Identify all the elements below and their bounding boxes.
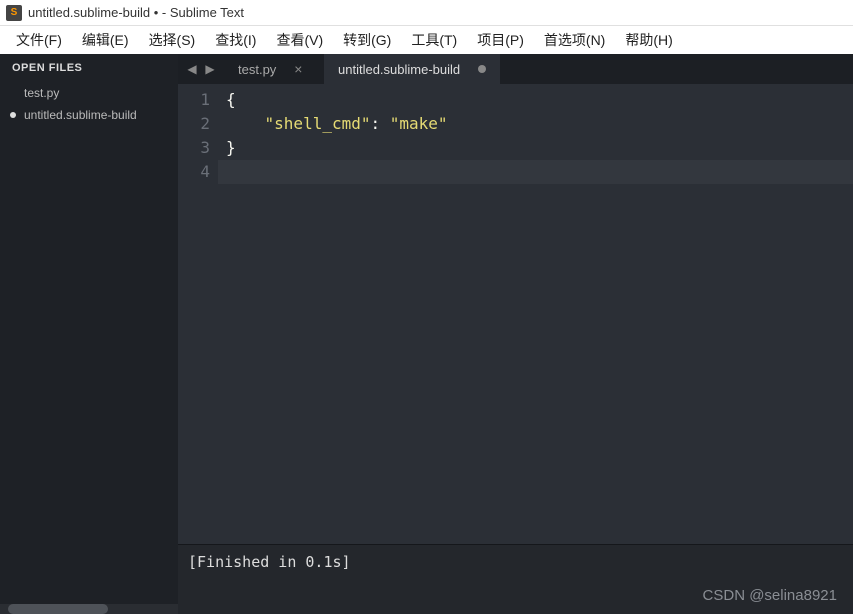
tab-prev-icon[interactable]: ◀ [184,61,200,77]
code-line[interactable]: "shell_cmd": "make" [218,112,853,136]
tab[interactable]: untitled.sublime-build [324,54,500,84]
sidebar-file[interactable]: test.py [0,82,178,104]
tab-label: test.py [238,62,276,77]
sidebar-scrollbar[interactable] [0,604,178,614]
menu-bar: 文件(F)编辑(E)选择(S)查找(I)查看(V)转到(G)工具(T)项目(P)… [0,26,853,54]
sidebar-file[interactable]: untitled.sublime-build [0,104,178,126]
menu-item[interactable]: 选择(S) [141,28,204,52]
menu-item[interactable]: 查看(V) [268,28,331,52]
app-icon: S [6,5,22,21]
code-content[interactable]: { "shell_cmd": "make"} [218,84,853,544]
line-number: 2 [178,112,210,136]
tab-next-icon[interactable]: ▶ [202,61,218,77]
menu-item[interactable]: 帮助(H) [617,28,680,52]
gutter: 1234 [178,84,218,544]
open-files-list: test.pyuntitled.sublime-build [0,82,178,604]
menu-item[interactable]: 项目(P) [469,28,532,52]
line-number: 1 [178,88,210,112]
sidebar-scrollbar-thumb[interactable] [8,604,108,614]
menu-item[interactable]: 查找(I) [207,28,264,52]
menu-item[interactable]: 首选项(N) [536,28,613,52]
menu-item[interactable]: 工具(T) [403,28,465,52]
tab[interactable]: test.py × [224,54,324,84]
tab-nav-buttons: ◀ ▶ [178,54,224,84]
editor-area: ◀ ▶ test.py × untitled.sublime-build 1234 … [178,54,853,614]
tab-bar: ◀ ▶ test.py × untitled.sublime-build [178,54,853,84]
tab-dirty-icon [478,65,486,73]
code-line[interactable]: } [218,136,853,160]
title-bar: S untitled.sublime-build • - Sublime Tex… [0,0,853,26]
sidebar: OPEN FILES test.pyuntitled.sublime-build [0,54,178,614]
main-area: OPEN FILES test.pyuntitled.sublime-build… [0,54,853,614]
menu-item[interactable]: 文件(F) [8,28,70,52]
build-console: [Finished in 0.1s] [178,544,853,614]
code-line[interactable]: { [218,88,853,112]
sidebar-header: OPEN FILES [0,54,178,82]
code-line[interactable] [218,160,853,184]
window-title: untitled.sublime-build • - Sublime Text [28,5,244,20]
menu-item[interactable]: 转到(G) [335,28,399,52]
tab-close-icon[interactable]: × [294,62,302,76]
line-number: 4 [178,160,210,184]
code-area[interactable]: 1234 { "shell_cmd": "make"} [178,84,853,544]
tab-label: untitled.sublime-build [338,62,460,77]
menu-item[interactable]: 编辑(E) [74,28,137,52]
line-number: 3 [178,136,210,160]
console-output: [Finished in 0.1s] [188,553,351,571]
